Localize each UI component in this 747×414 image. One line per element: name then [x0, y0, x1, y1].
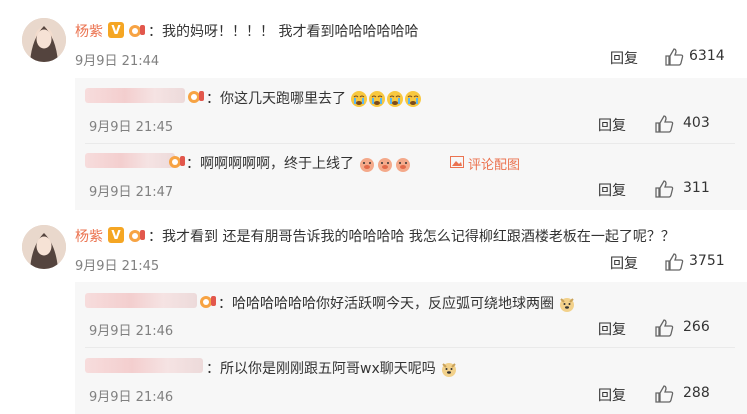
username[interactable]: 杨紫: [75, 21, 103, 41]
timestamp: 9月9日 21:45: [75, 259, 160, 274]
reply-button[interactable]: 回复: [598, 115, 626, 135]
reply-text: ：啊啊啊啊啊，终于上线了: [186, 153, 412, 173]
crying-emoji-icon: [387, 91, 404, 107]
divider: [85, 347, 735, 348]
medal-icon: [169, 156, 185, 168]
comment-text: ：我的妈呀！！！！ 我才看到哈哈哈哈哈哈: [148, 24, 419, 40]
medal-icon: [129, 230, 145, 242]
username-blurred[interactable]: [85, 358, 203, 373]
pig-emoji-icon: [378, 158, 393, 172]
like-count: 266: [683, 319, 710, 335]
verified-icon: V: [108, 22, 124, 38]
comment-text: ：我才看到 还是有朋哥告诉我的哈哈哈哈 我怎么记得柳红跟酒楼老板在一起了呢？？: [148, 229, 675, 245]
thumbs-up-icon[interactable]: [664, 253, 684, 271]
thumbs-up-icon[interactable]: [654, 180, 674, 198]
medal-icon: [129, 25, 145, 37]
crying-emoji-icon: [351, 91, 368, 107]
thumbs-up-icon[interactable]: [654, 115, 674, 133]
thumbs-up-icon[interactable]: [654, 319, 674, 337]
like-count: 6314: [689, 48, 725, 64]
timestamp: 9月9日 21:46: [89, 390, 174, 405]
reply-text: ：哈哈哈哈哈哈你好活跃啊今天，反应弧可绕地球两圈: [218, 293, 576, 313]
thumbs-up-icon[interactable]: [654, 385, 674, 403]
reply-text: ：所以你是刚刚跟五阿哥wx聊天呢吗: [206, 358, 458, 378]
username-blurred[interactable]: [85, 88, 185, 103]
timestamp: 9月9日 21:46: [89, 324, 174, 339]
medal-icon: [188, 91, 204, 103]
doge-emoji-icon: [560, 298, 575, 312]
picture-icon[interactable]: [450, 156, 464, 168]
reply-button[interactable]: 回复: [598, 385, 626, 405]
like-count: 288: [683, 385, 710, 401]
like-count: 3751: [689, 253, 725, 269]
avatar[interactable]: [22, 225, 66, 269]
pig-emoji-icon: [360, 158, 375, 172]
reply-text: ：你这几天跑哪里去了: [206, 88, 422, 108]
like-count: 403: [683, 115, 710, 131]
like-count: 311: [683, 180, 710, 196]
comment-image-link[interactable]: 评论配图: [468, 154, 520, 173]
reply-button[interactable]: 回复: [610, 48, 638, 68]
username[interactable]: 杨紫: [75, 226, 103, 246]
username-blurred[interactable]: [85, 153, 175, 168]
reply-button[interactable]: 回复: [598, 180, 626, 200]
reply-button[interactable]: 回复: [598, 319, 626, 339]
medal-icon: [200, 296, 216, 308]
avatar[interactable]: [22, 18, 66, 62]
timestamp: 9月9日 21:47: [89, 185, 174, 200]
username-blurred[interactable]: [85, 293, 197, 308]
verified-icon: V: [108, 227, 124, 243]
reply-button[interactable]: 回复: [610, 253, 638, 273]
timestamp: 9月9日 21:44: [75, 54, 160, 69]
thumbs-up-icon[interactable]: [664, 48, 684, 66]
timestamp: 9月9日 21:45: [89, 120, 174, 135]
crying-emoji-icon: [405, 91, 422, 107]
divider: [85, 143, 735, 144]
pig-emoji-icon: [396, 158, 411, 172]
crying-emoji-icon: [369, 91, 386, 107]
doge-emoji-icon: [442, 363, 457, 377]
